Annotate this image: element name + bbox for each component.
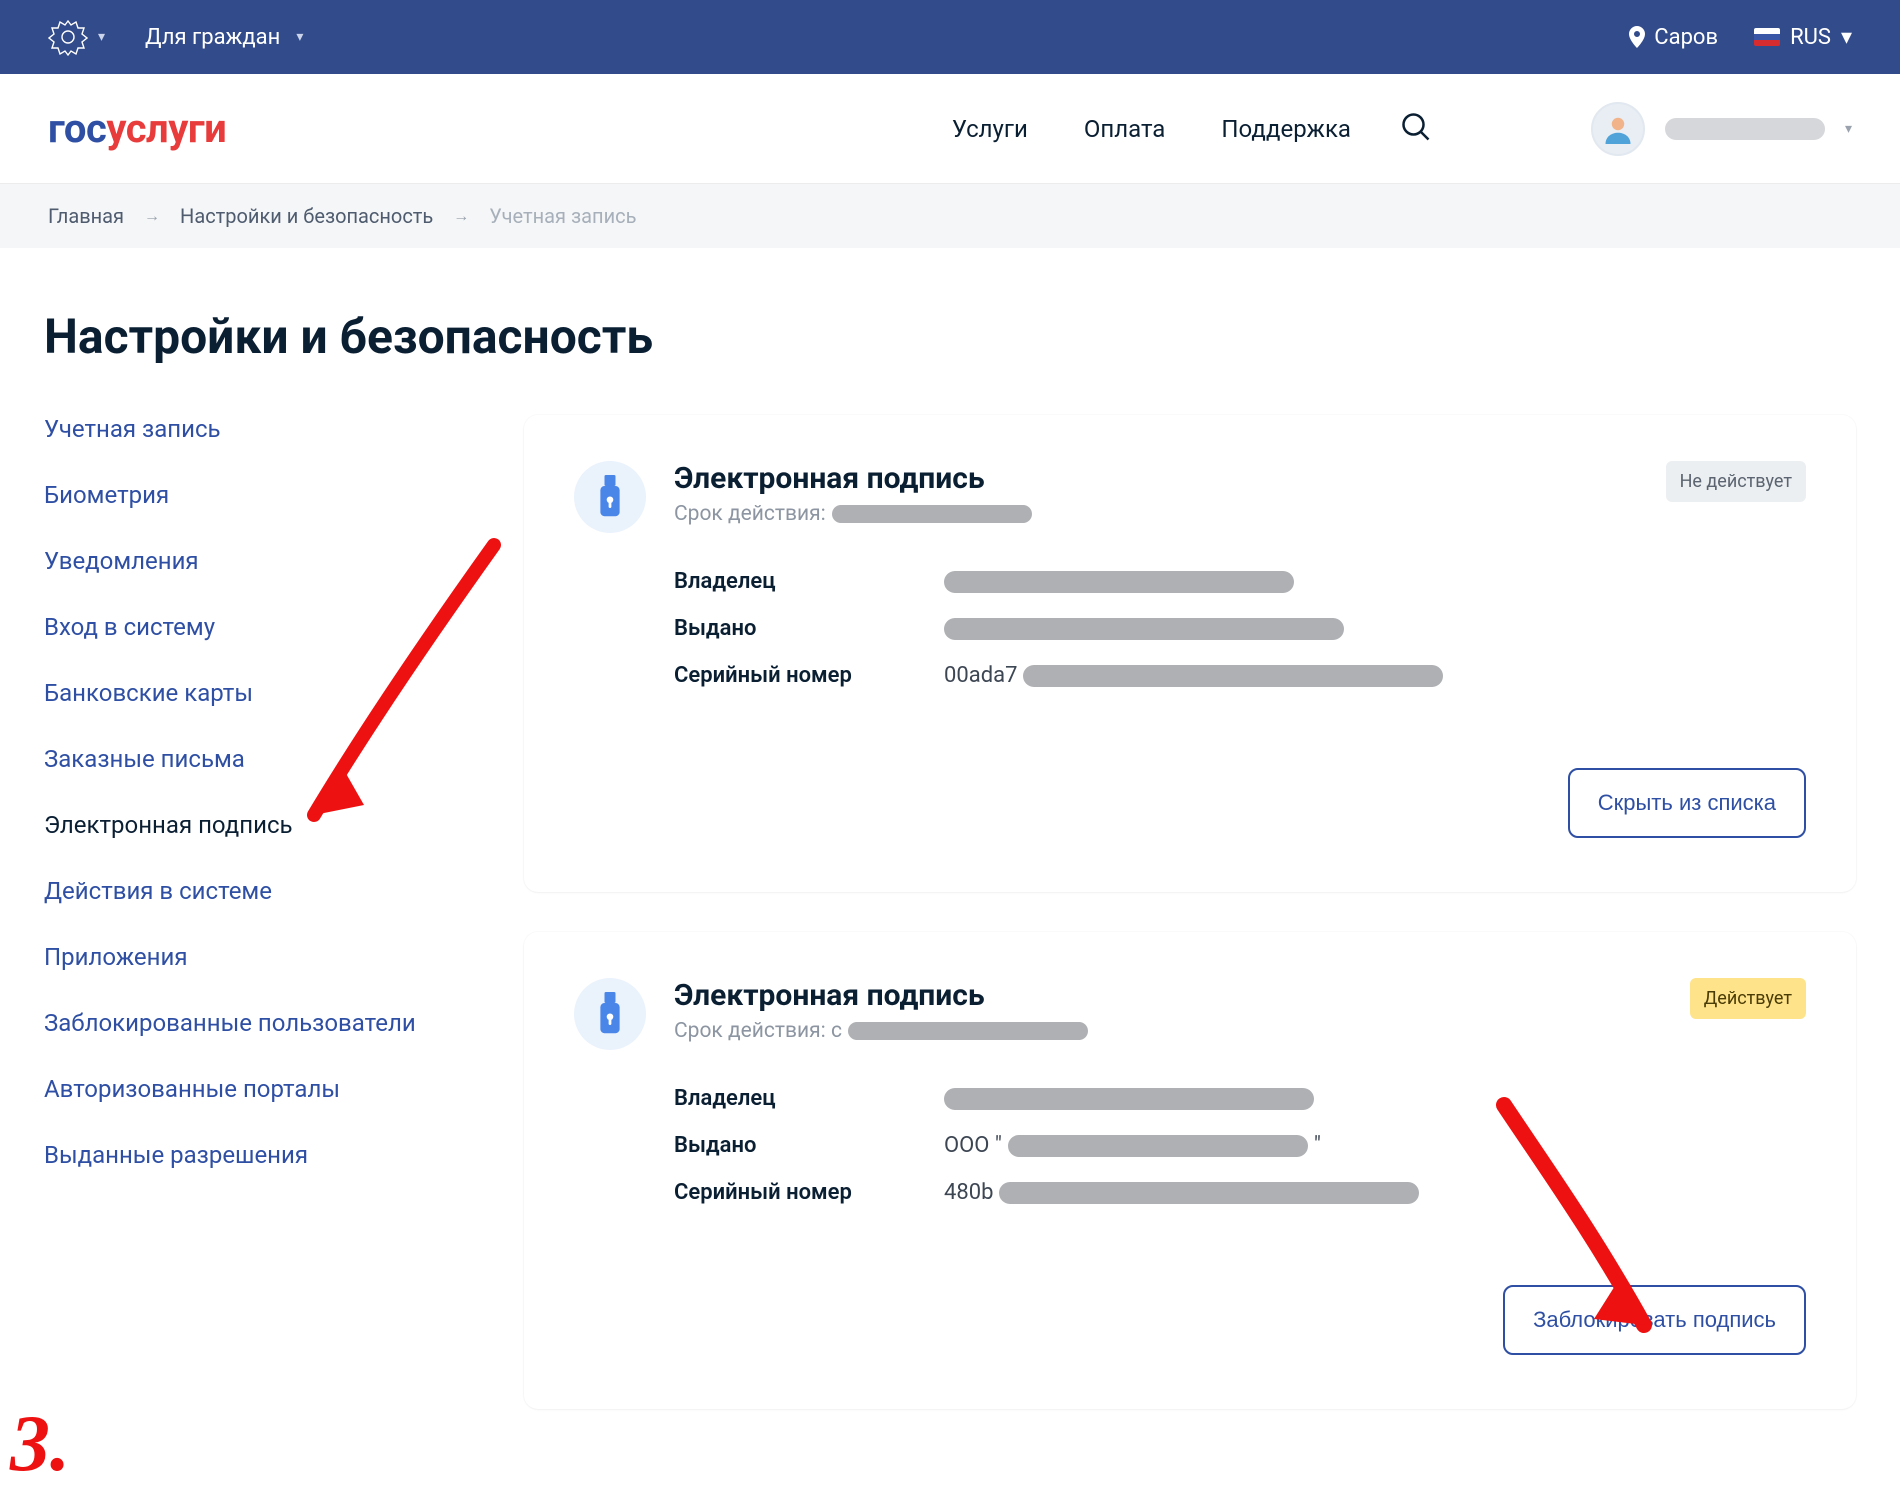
chevron-down-icon: ▾ (296, 29, 303, 45)
card-title: Электронная подпись (674, 978, 1088, 1013)
username-redacted (1665, 118, 1825, 140)
field-issuer-label: Выдано (674, 1133, 944, 1158)
sidebar-item-cards[interactable]: Банковские карты (44, 679, 514, 707)
nav-support[interactable]: Поддержка (1221, 115, 1351, 143)
search-button[interactable] (1401, 112, 1431, 146)
hide-from-list-button[interactable]: Скрыть из списка (1568, 768, 1806, 838)
location-label: Саров (1654, 25, 1718, 50)
language-label: RUS (1790, 25, 1831, 50)
field-issuer-value: ООО "" (944, 1133, 1806, 1158)
block-signature-button[interactable]: Заблокировать подпись (1503, 1285, 1806, 1355)
arrow-right-icon: → (144, 206, 160, 226)
sidebar-item-blocked[interactable]: Заблокированные пользователи (44, 1009, 514, 1037)
crumb-current: Учетная запись (489, 204, 636, 228)
card-title: Электронная подпись (674, 461, 1032, 496)
status-badge-inactive: Не действует (1666, 461, 1806, 502)
nav-payments[interactable]: Оплата (1084, 115, 1166, 143)
field-owner-value (944, 569, 1806, 594)
arrow-right-icon: → (453, 206, 469, 226)
chevron-down-icon: ▾ (98, 29, 105, 45)
flag-ru-icon (1754, 28, 1780, 46)
card-validity: Срок действия: (674, 502, 1032, 526)
field-issuer-label: Выдано (674, 616, 944, 641)
main-nav: Услуги Оплата Поддержка (952, 115, 1351, 143)
sidebar-item-portals[interactable]: Авторизованные порталы (44, 1075, 514, 1103)
sidebar-item-notifications[interactable]: Уведомления (44, 547, 514, 575)
logo-part1: гос (48, 105, 106, 152)
validity-redacted (848, 1022, 1088, 1040)
field-serial-value: 00ada7 (944, 663, 1806, 688)
status-badge-active: Действует (1690, 978, 1806, 1019)
sidebar-item-login[interactable]: Вход в систему (44, 613, 514, 641)
user-menu[interactable]: ▾ (1591, 102, 1852, 156)
field-serial-value: 480b (944, 1180, 1806, 1205)
card-validity: Срок действия: с (674, 1019, 1088, 1043)
sidebar-item-biometrics[interactable]: Биометрия (44, 481, 514, 509)
sidebar-item-letters[interactable]: Заказные письма (44, 745, 514, 773)
pin-icon (1628, 26, 1646, 48)
sidebar-item-apps[interactable]: Приложения (44, 943, 514, 971)
chevron-down-icon: ▾ (1845, 121, 1852, 137)
site-header: госуслуги Услуги Оплата Поддержка ▾ (0, 74, 1900, 184)
location-selector[interactable]: Саров (1628, 25, 1718, 50)
usb-token-icon (574, 461, 646, 533)
page-title: Настройки и безопасность (44, 308, 1856, 365)
field-owner-label: Владелец (674, 569, 944, 594)
avatar (1591, 102, 1645, 156)
nav-services[interactable]: Услуги (952, 115, 1028, 143)
sidebar-item-permissions[interactable]: Выданные разрешения (44, 1141, 514, 1169)
crumb-settings[interactable]: Настройки и безопасность (180, 204, 433, 228)
audience-label: Для граждан (145, 25, 280, 50)
field-issuer-value (944, 616, 1806, 641)
usb-token-icon (574, 978, 646, 1050)
search-icon (1401, 112, 1431, 142)
emblem-icon (48, 17, 88, 57)
gov-topbar: ▾ Для граждан ▾ Саров RUS ▾ (0, 0, 1900, 74)
person-icon (1603, 114, 1633, 144)
field-owner-value (944, 1086, 1806, 1111)
sidebar: Учетная запись Биометрия Уведомления Вхо… (44, 415, 514, 1409)
crumb-home[interactable]: Главная (48, 204, 124, 228)
sidebar-item-esignature[interactable]: Электронная подпись (44, 811, 514, 839)
validity-redacted (832, 505, 1032, 523)
breadcrumb: Главная → Настройки и безопасность → Уче… (0, 184, 1900, 248)
field-owner-label: Владелец (674, 1086, 944, 1111)
language-selector[interactable]: RUS ▾ (1754, 25, 1852, 50)
emblem-selector[interactable]: ▾ (48, 17, 105, 57)
sidebar-item-account[interactable]: Учетная запись (44, 415, 514, 443)
field-serial-label: Серийный номер (674, 1180, 944, 1205)
logo[interactable]: госуслуги (48, 105, 226, 152)
chevron-down-icon: ▾ (1841, 25, 1852, 50)
esignature-card: Действует Электронная подпись Срок дейст… (524, 932, 1856, 1409)
field-serial-label: Серийный номер (674, 663, 944, 688)
esignature-card: Не действует Электронная подпись Срок де… (524, 415, 1856, 892)
sidebar-item-activity[interactable]: Действия в системе (44, 877, 514, 905)
logo-part2: услуги (106, 105, 226, 152)
audience-selector[interactable]: Для граждан ▾ (145, 25, 303, 50)
